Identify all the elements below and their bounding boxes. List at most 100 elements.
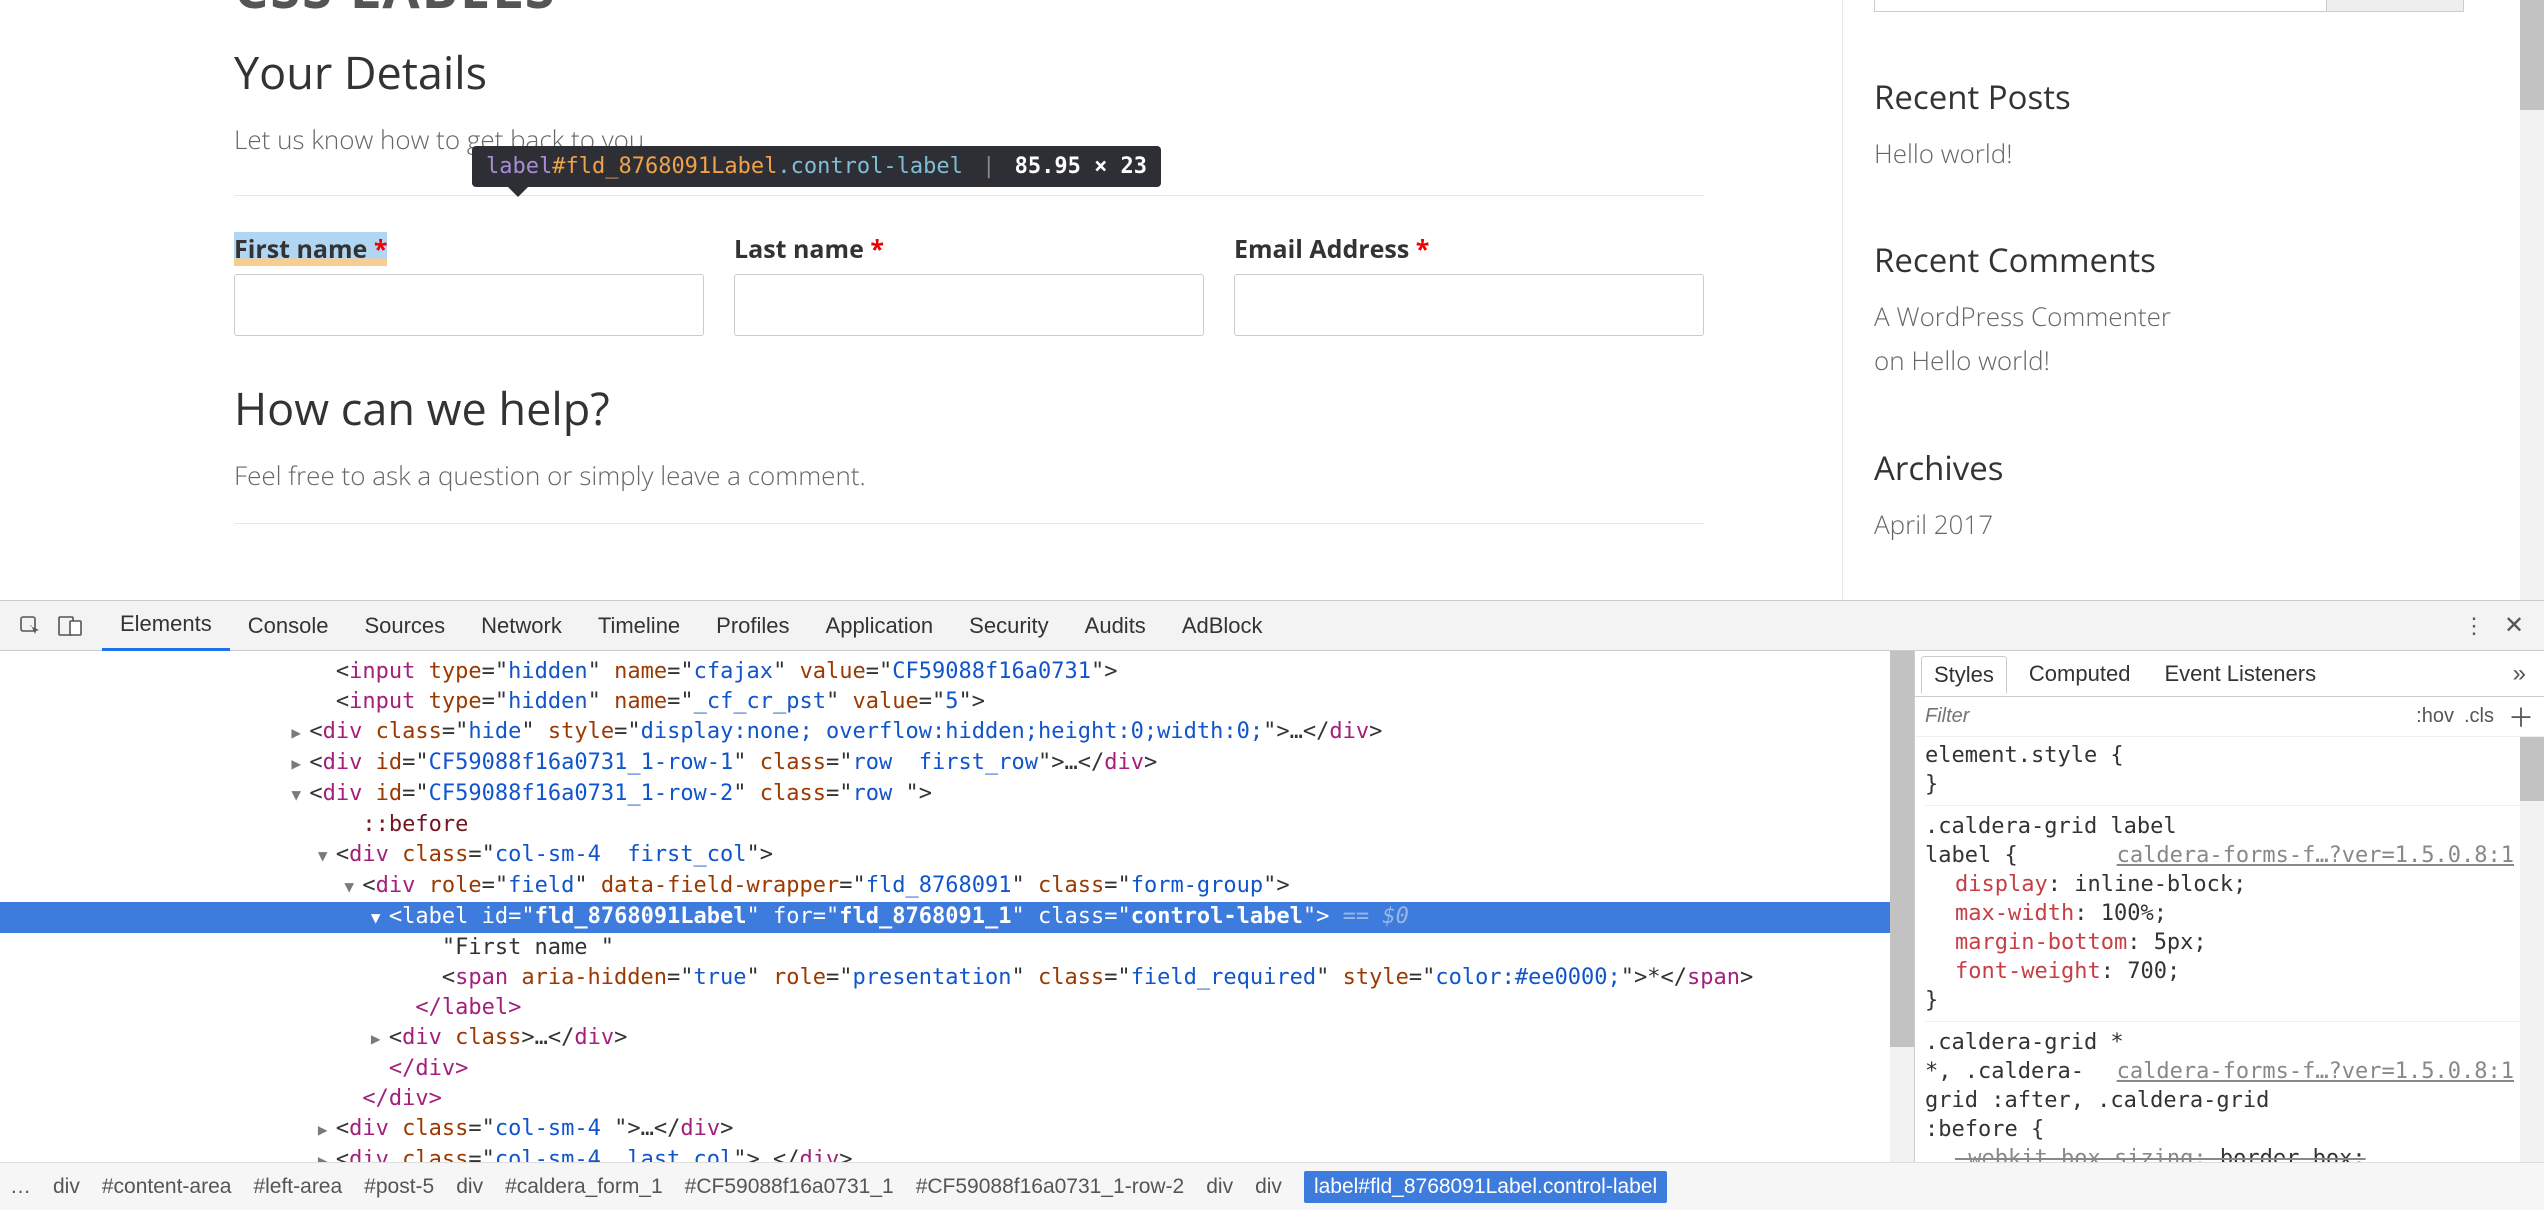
tab-adblock[interactable]: AdBlock (1164, 601, 1281, 651)
tab-console[interactable]: Console (230, 601, 347, 651)
archives-heading: Archives (1874, 445, 2464, 490)
scrollbar-thumb[interactable] (2520, 737, 2544, 801)
breadcrumb-segment[interactable]: #CF59088f16a0731_1-row-2 (916, 1175, 1185, 1199)
devtools-panel: Elements Console Sources Network Timelin… (0, 600, 2544, 1210)
styles-tab-styles[interactable]: Styles (1921, 656, 2007, 694)
search-input[interactable] (1874, 0, 2327, 12)
page-scrollbar[interactable] (2520, 0, 2544, 600)
search-button[interactable]: Search (2327, 0, 2464, 12)
tooltip-dimensions: 85.95 × 23 (1015, 154, 1147, 179)
recent-comment-on: on Hello world! (1874, 342, 2050, 378)
recent-comments-list: A WordPress Commenter on Hello world! (1874, 294, 2464, 382)
required-asterisk: * (1416, 232, 1430, 266)
close-icon[interactable]: ✕ (2494, 606, 2534, 646)
sidebar-divider (1842, 0, 1843, 600)
breadcrumb-segment[interactable]: #CF59088f16a0731_1 (685, 1175, 894, 1199)
styles-filter-row: :hov .cls ＋ (1915, 697, 2544, 737)
dom-node-line[interactable]: ▶<div class="col-sm-4 last_col">…</div> (0, 1145, 1914, 1163)
breadcrumb-segment[interactable]: … (10, 1175, 31, 1199)
breadcrumb-segment[interactable]: #post-5 (364, 1175, 434, 1199)
css-property[interactable]: font-weight: 700; (1925, 957, 2544, 986)
tab-elements[interactable]: Elements (102, 601, 230, 651)
dom-node-line[interactable]: ▼<div class="col-sm-4 first_col"> (0, 840, 1914, 871)
css-rule-selector[interactable]: element.style { (1925, 741, 2544, 770)
dom-tree-pane[interactable]: <input type="hidden" name="cfajax" value… (0, 651, 1914, 1163)
css-rule-selector[interactable]: .caldera-grid labelcaldera-forms-f…?ver=… (1925, 812, 2544, 841)
recent-posts-list: Hello world! (1874, 131, 2464, 175)
dom-node-line[interactable]: "First name " (0, 933, 1914, 963)
css-property[interactable]: max-width: 100%; (1925, 899, 2544, 928)
dom-node-line[interactable]: </div> (0, 1054, 1914, 1084)
device-toolbar-icon[interactable] (50, 606, 90, 646)
dom-node-line[interactable]: <span aria-hidden="true" role="presentat… (0, 963, 1914, 993)
css-rules[interactable]: element.style {}.caldera-grid labelcalde… (1915, 737, 2544, 1163)
css-property[interactable]: margin-bottom: 5px; (1925, 928, 2544, 957)
tab-application[interactable]: Application (808, 601, 952, 651)
dom-node-line[interactable]: ::before (0, 810, 1914, 840)
dom-node-line[interactable]: ▶<div class="col-sm-4 ">…</div> (0, 1114, 1914, 1145)
scrollbar-thumb[interactable] (1890, 651, 1914, 1047)
first-name-input[interactable] (234, 274, 704, 336)
tab-timeline[interactable]: Timeline (580, 601, 698, 651)
dom-node-line[interactable]: </label> (0, 993, 1914, 1023)
divider (234, 523, 1704, 524)
tooltip-tag: label (486, 154, 552, 179)
inspect-element-icon[interactable] (10, 606, 50, 646)
styles-tab-eventlisteners[interactable]: Event Listeners (2152, 656, 2328, 692)
scrollbar-thumb[interactable] (2520, 0, 2544, 110)
css-property[interactable]: -webkit-box-sizing: border-box; (1925, 1144, 2544, 1163)
dom-node-line[interactable]: </div> (0, 1084, 1914, 1114)
recent-post-link[interactable]: Hello world! (1874, 135, 2013, 171)
required-asterisk: * (870, 232, 884, 266)
recent-posts-heading: Recent Posts (1874, 74, 2464, 119)
dom-node-line[interactable]: ▼<div id="CF59088f16a0731_1-row-2" class… (0, 779, 1914, 810)
email-field: Email Address * (1234, 232, 1704, 336)
more-icon[interactable]: ⋮ (2454, 606, 2494, 646)
dom-scrollbar[interactable] (1890, 651, 1914, 1163)
breadcrumb-segment[interactable]: div (1255, 1175, 1282, 1199)
recent-comment-author[interactable]: A WordPress Commenter (1874, 298, 2171, 334)
last-name-label: Last name * (734, 232, 884, 266)
styles-more-icon[interactable]: » (2513, 660, 2526, 688)
devtools-tabbar: Elements Console Sources Network Timelin… (0, 601, 2544, 651)
first-name-field: First name * (234, 232, 704, 336)
rules-scrollbar[interactable] (2520, 737, 2544, 1163)
first-name-label: First name * (234, 232, 387, 266)
help-desc: Feel free to ask a question or simply le… (234, 457, 1704, 493)
css-property[interactable]: display: inline-block; (1925, 870, 2544, 899)
breadcrumb-segment[interactable]: label#fld_8768091Label.control-label (1304, 1171, 1667, 1203)
breadcrumb-segment[interactable]: div (53, 1175, 80, 1199)
required-asterisk: * (374, 232, 388, 266)
tab-profiles[interactable]: Profiles (698, 601, 807, 651)
breadcrumb-segment[interactable]: div (456, 1175, 483, 1199)
last-name-input[interactable] (734, 274, 1204, 336)
email-input[interactable] (1234, 274, 1704, 336)
tab-network[interactable]: Network (463, 601, 580, 651)
breadcrumb-segment[interactable]: #caldera_form_1 (505, 1175, 663, 1199)
dom-node-line[interactable]: <input type="hidden" name="_cf_cr_pst" v… (0, 687, 1914, 717)
styles-pane: Styles Computed Event Listeners » :hov .… (1914, 651, 2544, 1163)
cls-toggle[interactable]: .cls (2464, 705, 2494, 728)
tab-sources[interactable]: Sources (346, 601, 463, 651)
new-rule-icon[interactable]: ＋ (2508, 698, 2534, 735)
dom-node-line[interactable]: ▶<div id="CF59088f16a0731_1-row-1" class… (0, 748, 1914, 779)
tooltip-class: .control-label (777, 154, 962, 179)
hov-toggle[interactable]: :hov (2416, 705, 2454, 728)
styles-tab-computed[interactable]: Computed (2017, 656, 2143, 692)
tab-audits[interactable]: Audits (1067, 601, 1164, 651)
dom-node-line[interactable]: ▶<div class="hide" style="display:none; … (0, 717, 1914, 748)
dom-node-line[interactable]: ▼<div role="field" data-field-wrapper="f… (0, 871, 1914, 902)
dom-node-line[interactable]: ▼<label id="fld_8768091Label" for="fld_8… (0, 902, 1914, 933)
breadcrumb-segment[interactable]: #left-area (253, 1175, 342, 1199)
dom-breadcrumb: … div #content-area #left-area #post-5 div #ca… (0, 1162, 2544, 1210)
sidebar: Search Recent Posts Hello world! Recent … (1874, 0, 2544, 600)
tab-security[interactable]: Security (951, 601, 1066, 651)
dom-node-line[interactable]: <input type="hidden" name="cfajax" value… (0, 657, 1914, 687)
archive-link[interactable]: April 2017 (1874, 506, 1993, 542)
breadcrumb-segment[interactable]: #content-area (102, 1175, 232, 1199)
breadcrumb-segment[interactable]: div (1206, 1175, 1233, 1199)
search-widget: Search (1874, 0, 2464, 12)
css-rule-selector[interactable]: .caldera-grid *caldera-forms-f…?ver=1.5.… (1925, 1028, 2544, 1057)
styles-filter-input[interactable] (1925, 705, 2406, 728)
dom-node-line[interactable]: ▶<div class>…</div> (0, 1023, 1914, 1054)
